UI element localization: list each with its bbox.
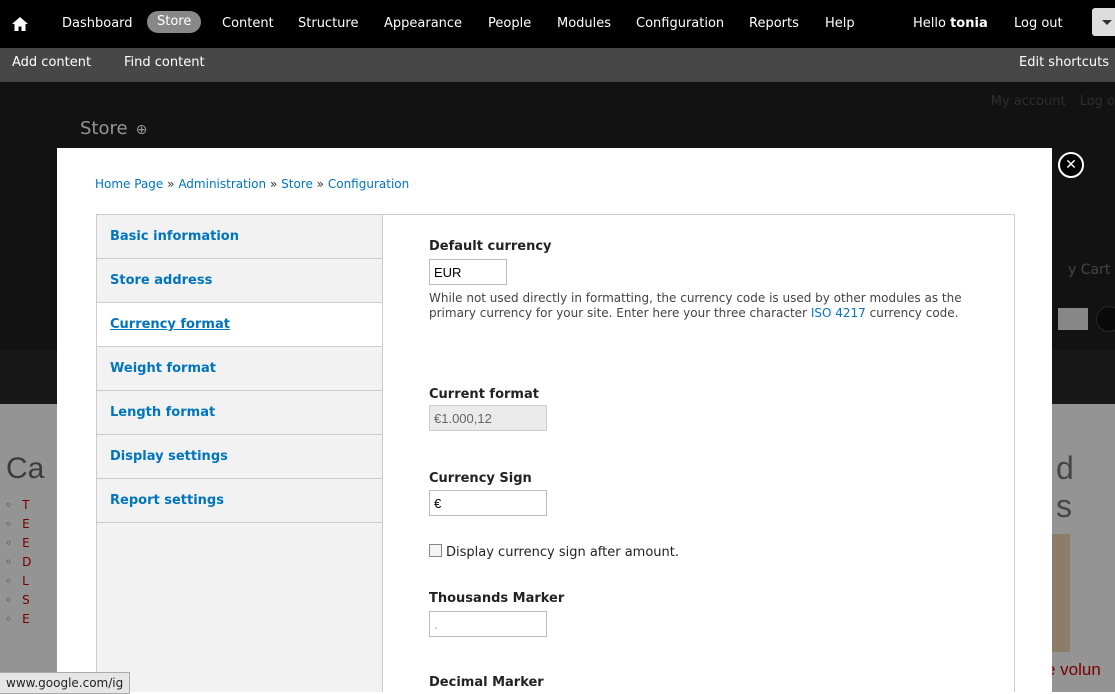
breadcrumb-separator: »: [269, 177, 278, 191]
home-icon[interactable]: [10, 14, 30, 34]
sign-after-checkbox[interactable]: [429, 544, 442, 557]
username[interactable]: tonia: [950, 16, 988, 31]
edit-shortcuts-link[interactable]: Edit shortcuts: [1019, 55, 1109, 70]
sign-after-option[interactable]: Display currency sign after amount.: [429, 544, 679, 560]
menu-reports[interactable]: Reports: [749, 16, 799, 31]
logout-link[interactable]: Log out: [1014, 16, 1063, 31]
vertical-tabs: Basic information Store address Currency…: [96, 214, 383, 692]
sign-after-label[interactable]: Display currency sign after amount.: [446, 545, 679, 560]
tab-currency-format[interactable]: Currency format: [97, 303, 382, 347]
close-icon[interactable]: ✕: [1058, 152, 1084, 178]
description-text: currency code.: [869, 306, 959, 320]
currency-sign-label: Currency Sign: [429, 471, 532, 486]
default-currency-description: While not used directly in formatting, t…: [429, 291, 969, 321]
breadcrumb-store[interactable]: Store: [281, 177, 313, 191]
menu-appearance[interactable]: Appearance: [384, 16, 462, 31]
thousands-marker-label: Thousands Marker: [429, 591, 565, 606]
shortcuts-bar: Add content Find content Edit shortcuts: [0, 48, 1115, 82]
tab-basic-information[interactable]: Basic information: [97, 215, 382, 259]
greeting-text: Hello: [913, 16, 946, 31]
overlay-dialog: Home Page » Administration » Store » Con…: [57, 148, 1052, 692]
breadcrumb-separator: »: [316, 177, 325, 191]
breadcrumb-separator: »: [167, 177, 175, 191]
browser-status-bar: www.google.com/ig: [0, 672, 131, 694]
find-content-link[interactable]: Find content: [124, 55, 205, 70]
menu-modules[interactable]: Modules: [557, 16, 611, 31]
tab-store-address[interactable]: Store address: [97, 259, 382, 303]
decimal-marker-label: Decimal Marker: [429, 675, 544, 690]
breadcrumb-configuration[interactable]: Configuration: [328, 177, 409, 191]
tab-weight-format[interactable]: Weight format: [97, 347, 382, 391]
tab-display-settings[interactable]: Display settings: [97, 435, 382, 479]
current-format-input: [429, 405, 547, 431]
default-currency-input[interactable]: [429, 259, 507, 285]
menu-configuration[interactable]: Configuration: [636, 16, 724, 31]
menu-store[interactable]: Store: [147, 11, 202, 33]
currency-sign-input[interactable]: [429, 490, 547, 516]
tab-length-format[interactable]: Length format: [97, 391, 382, 435]
menu-people[interactable]: People: [488, 16, 531, 31]
toolbar-toggle-button[interactable]: [1092, 8, 1115, 36]
tab-report-settings[interactable]: Report settings: [97, 479, 382, 523]
current-format-label: Current format: [429, 387, 539, 402]
breadcrumb-administration[interactable]: Administration: [178, 177, 266, 191]
iso-4217-link[interactable]: ISO 4217: [811, 306, 866, 320]
admin-menu: Dashboard Store Content Structure Appear…: [0, 0, 1115, 48]
vertical-tab-list: Basic information Store address Currency…: [97, 215, 383, 523]
add-content-link[interactable]: Add content: [12, 55, 91, 70]
user-greeting: Hello tonia: [913, 16, 988, 31]
menu-dashboard[interactable]: Dashboard: [62, 16, 133, 31]
menu-content[interactable]: Content: [222, 16, 274, 31]
breadcrumb-home[interactable]: Home Page: [95, 177, 163, 191]
thousands-marker-input[interactable]: [429, 611, 547, 637]
menu-help[interactable]: Help: [825, 16, 855, 31]
menu-structure[interactable]: Structure: [298, 16, 358, 31]
currency-format-pane: Default currency While not used directly…: [382, 214, 1015, 692]
admin-toolbar: Dashboard Store Content Structure Appear…: [0, 0, 1115, 48]
breadcrumb: Home Page » Administration » Store » Con…: [95, 177, 409, 191]
default-currency-label: Default currency: [429, 239, 552, 254]
